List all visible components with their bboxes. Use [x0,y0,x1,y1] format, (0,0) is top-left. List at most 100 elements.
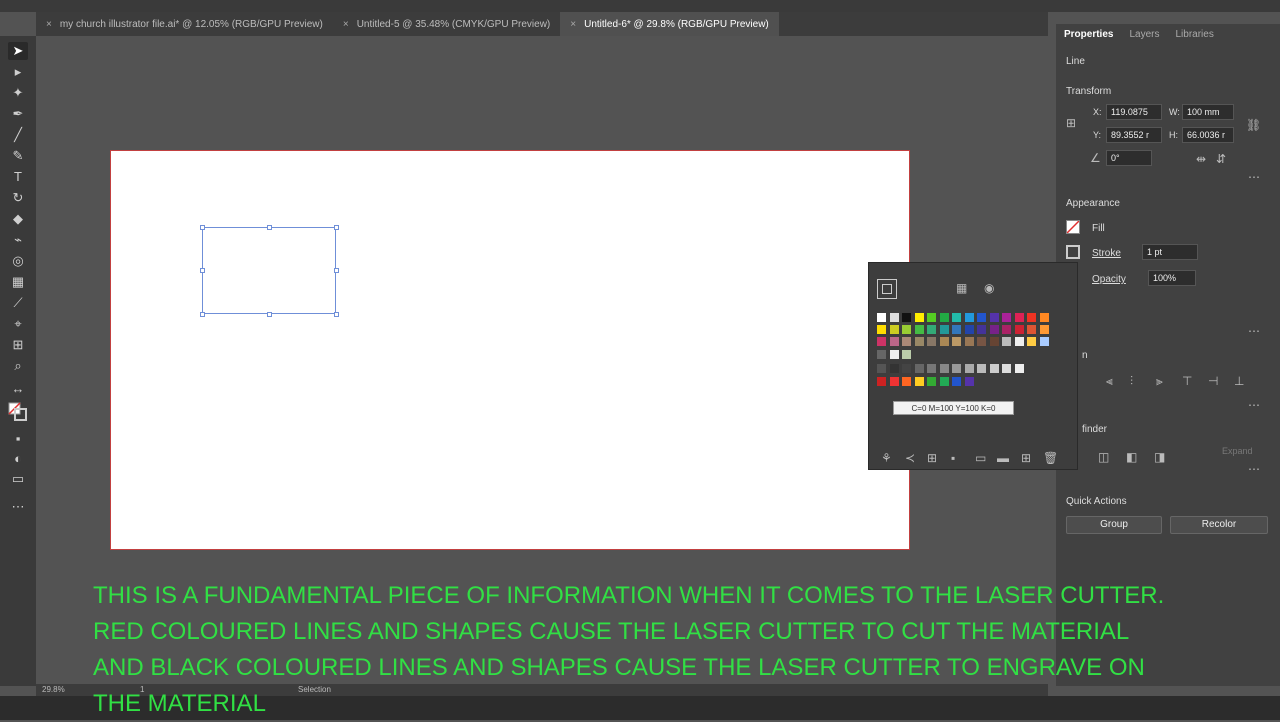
magic-wand-icon[interactable]: ✦ [8,84,28,102]
resize-handle[interactable] [267,312,272,317]
color-swatch[interactable] [927,364,936,373]
align-middle-icon[interactable]: ⊣ [1208,374,1218,388]
pen-tool-icon[interactable]: ✒ [8,105,28,123]
align-left-icon[interactable]: ⫷ [1106,374,1113,388]
color-swatch[interactable] [1014,325,1024,334]
color-swatch[interactable] [914,313,924,322]
reference-point-icon[interactable]: ⊞ [1066,116,1076,130]
swatch-options-icon[interactable]: ≺ [905,451,915,465]
tab-layers[interactable]: Layers [1121,29,1167,40]
align-right-icon[interactable]: ⫸ [1156,374,1163,388]
opacity-label[interactable]: Opacity [1092,274,1126,285]
selection-tool-icon[interactable]: ➤ [8,42,28,60]
eraser-tool-icon[interactable]: ◆ [8,210,28,228]
opacity-field[interactable]: 100% [1148,270,1196,286]
color-swatch[interactable] [889,313,899,322]
constrain-proportions-icon[interactable]: ⛓ [1246,118,1261,132]
color-swatch[interactable] [877,377,886,386]
fill-swatch-icon[interactable] [1066,220,1080,234]
new-swatch-icon[interactable]: ⊞ [1021,451,1031,465]
color-swatch[interactable] [889,325,899,334]
color-swatch[interactable] [914,337,924,346]
color-swatch[interactable] [952,337,961,346]
color-swatch[interactable] [1002,364,1011,373]
color-mode-icon[interactable]: ▪ [8,430,28,448]
color-swatch[interactable] [902,313,911,322]
tab-church-file[interactable]: × my church illustrator file.ai* @ 12.05%… [36,12,333,36]
color-swatch[interactable] [877,364,886,373]
more-options-icon[interactable]: ⋯ [1248,462,1260,476]
zoom-tool-icon[interactable]: ⌕ [8,357,28,375]
gradient-tool-icon[interactable]: ▦ [8,273,28,291]
color-swatch[interactable] [1039,325,1049,334]
color-swatch[interactable] [1014,313,1024,322]
flip-vertical-icon[interactable]: ⇵ [1216,152,1226,166]
more-options-icon[interactable]: ⋯ [1248,170,1260,184]
shape-builder-icon[interactable]: ◎ [8,252,28,270]
color-swatch[interactable] [927,313,936,322]
selected-rectangle[interactable] [202,227,336,314]
color-swatch[interactable] [1027,337,1036,346]
y-field[interactable]: 89.3552 r [1106,127,1162,143]
color-swatch[interactable] [989,337,999,346]
color-swatch[interactable] [914,364,924,373]
type-tool-icon[interactable]: T [8,168,28,186]
align-center-icon[interactable]: ⫶ [1130,374,1133,388]
h-field[interactable]: 66.0036 r [1182,127,1234,143]
color-swatch[interactable] [989,364,999,373]
close-icon[interactable]: × [46,19,52,30]
stroke-swatch-icon[interactable] [1066,245,1080,259]
library-icon[interactable]: ⚘ [881,451,892,465]
color-swatch[interactable] [889,350,899,359]
color-swatch[interactable] [939,313,949,322]
rotate-tool-icon[interactable]: ↻ [8,189,28,207]
color-swatch[interactable] [902,364,911,373]
screen-mode-icon[interactable]: ▭ [8,470,28,488]
color-swatch[interactable] [902,337,911,346]
fill-stroke-icon[interactable] [8,402,28,421]
more-options-icon[interactable]: ⋯ [1248,324,1260,338]
color-swatch[interactable] [1002,337,1011,346]
color-swatch[interactable] [1002,325,1011,334]
color-swatch[interactable] [952,313,961,322]
color-swatch[interactable] [877,325,886,334]
swatch-view-icon[interactable]: ▦ [956,281,967,295]
pencil-tool-icon[interactable]: ✎ [8,147,28,165]
color-swatch[interactable] [977,313,986,322]
more-options-icon[interactable]: ⋯ [1248,398,1260,412]
tab-untitled-6[interactable]: × Untitled-6* @ 29.8% (RGB/GPU Preview) [560,12,779,36]
pathfinder-exclude-icon[interactable]: ◨ [1154,450,1165,464]
color-swatch[interactable] [902,377,911,386]
color-swatch[interactable] [902,350,911,359]
artboard[interactable] [110,150,910,550]
zoom-level[interactable]: 29.8% [42,684,65,696]
swatch-options-icon[interactable]: ▪ [951,451,955,465]
pathfinder-intersect-icon[interactable]: ◧ [1126,450,1137,464]
w-field[interactable]: 100 mm [1182,104,1234,120]
color-swatch[interactable] [877,350,886,359]
resize-handle[interactable] [334,312,339,317]
color-swatch[interactable] [1039,313,1049,322]
color-swatch[interactable] [877,313,886,322]
trash-icon[interactable]: 🗑 [1043,451,1058,465]
color-swatch[interactable] [977,337,986,346]
color-swatch[interactable] [889,364,899,373]
align-bottom-icon[interactable]: ⊥ [1234,374,1244,388]
color-swatch[interactable] [927,325,936,334]
recolor-button[interactable]: Recolor [1170,516,1268,534]
paintbrush-tool-icon[interactable]: ⌁ [8,231,28,249]
color-swatch[interactable] [952,377,961,386]
expand-button[interactable]: Expand [1222,446,1253,456]
close-icon[interactable]: × [570,19,576,30]
color-swatch[interactable] [1014,364,1024,373]
folder-icon[interactable]: ▬ [997,451,1009,465]
angle-field[interactable]: 0° [1106,150,1152,166]
color-swatch[interactable] [902,325,911,334]
color-swatch[interactable] [877,337,886,346]
color-swatch[interactable] [939,377,949,386]
swatch-kind-icon[interactable]: ⊞ [927,451,937,465]
color-swatch[interactable] [1027,325,1036,334]
color-picker-icon[interactable]: ◉ [984,281,994,295]
color-swatch[interactable] [952,364,961,373]
resize-handle[interactable] [334,225,339,230]
